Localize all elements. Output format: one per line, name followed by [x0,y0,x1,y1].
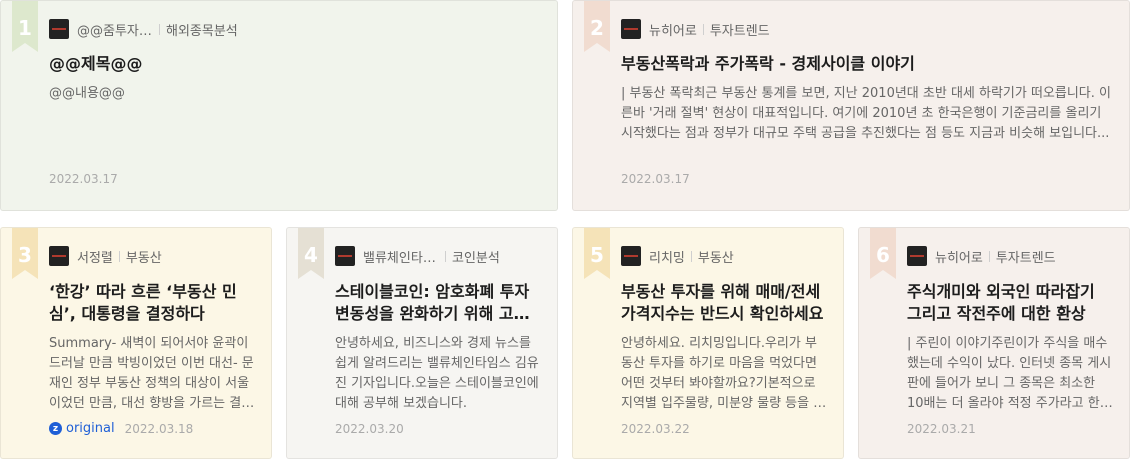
post-summary[interactable]: 안녕하세요. 리치밍입니다.우리가 부동산 투자를 하기로 마음을 먹었다면 어… [621,334,827,414]
author-name[interactable]: 뉴히어로 [935,247,983,266]
rank-number: 1 [18,16,32,40]
avatar[interactable] [621,19,641,39]
divider [988,250,990,262]
avatar[interactable] [907,246,927,266]
post-date: 2022.03.17 [49,172,118,186]
post-meta: 리치밍 부동산 [621,246,734,266]
post-date: 2022.03.22 [621,422,690,436]
post-title[interactable]: 스테이블코인: 암호화폐 투자변동성을 완화하기 위해 고안된 코인 [335,281,541,325]
category-label[interactable]: 투자트렌드 [710,20,770,39]
post-meta: 서정렬 부동산 [49,246,162,266]
rank-number: 3 [18,243,32,267]
author-name[interactable]: 뉴히어로 [649,20,697,39]
post-meta: 뉴히어로 투자트렌드 [621,19,770,39]
author-name[interactable]: 밸류체인타임스 [363,247,439,266]
author-name[interactable]: @@줌투자@@ [77,20,153,39]
category-label[interactable]: 부동산 [126,247,162,266]
author-name[interactable]: 서정렬 [77,247,113,266]
original-label[interactable]: original [66,421,115,436]
post-date: 2022.03.17 [621,172,690,186]
post-meta: @@줌투자@@ 해외종목분석 [49,19,238,39]
category-label[interactable]: 부동산 [698,247,734,266]
post-card[interactable]: 3 서정렬 부동산 ‘한강’ 따라 흐른 ‘부동산 민심’, 대통령을 결정하다… [0,227,272,459]
post-summary[interactable]: 안녕하세요, 비즈니스와 경제 뉴스를 쉽게 알려드리는 밸류체인타임스 김유진… [335,334,541,414]
post-date: 2022.03.18 [124,421,194,436]
post-source: z original 2022.03.18 [49,421,193,436]
rank-number: 4 [304,243,318,267]
post-summary[interactable]: | 부동산 폭락최근 부동산 통계를 보면, 지난 2010년대 초반 대세 하… [621,84,1113,144]
divider [118,250,120,262]
divider [702,23,704,35]
post-title[interactable]: 주식개미와 외국인 따라잡기 그리고 작전주에 대한 환상 [907,281,1113,325]
post-card[interactable]: 2 뉴히어로 투자트렌드 부동산폭락과 주가폭락 - 경제사이클 이야기 | 부… [572,0,1130,211]
post-card[interactable]: 6 뉴히어로 투자트렌드 주식개미와 외국인 따라잡기 그리고 작전주에 대한 … [858,227,1130,459]
post-summary[interactable]: | 주린이 이야기주린이가 주식을 매수했는데 수익이 났다. 인터넷 종목 게… [907,334,1113,414]
divider [159,23,160,35]
original-badge-icon: z [49,422,62,435]
avatar[interactable] [49,246,69,266]
post-date: 2022.03.20 [335,422,404,436]
rank-ribbon: 3 [12,228,38,279]
rank-ribbon: 1 [12,1,38,52]
avatar[interactable] [335,246,355,266]
rank-number: 5 [590,243,604,267]
author-name[interactable]: 리치밍 [649,247,685,266]
post-card[interactable]: 4 밸류체인타임스 코인분석 스테이블코인: 암호화폐 투자변동성을 완화하기 … [286,227,558,459]
post-title[interactable]: @@제목@@ [49,53,539,75]
avatar[interactable] [49,19,69,39]
category-label[interactable]: 투자트렌드 [996,247,1056,266]
rank-ribbon: 5 [584,228,610,279]
post-summary[interactable]: Summary- 새벽이 되어서야 윤곽이 드러날 만큼 박빙이었던 이번 대선… [49,334,255,414]
post-meta: 뉴히어로 투자트렌드 [907,246,1056,266]
post-meta: 밸류체인타임스 코인분석 [335,246,500,266]
post-card[interactable]: 5 리치밍 부동산 부동산 투자를 위해 매매/전세 가격지수는 반드시 확인하… [572,227,844,459]
avatar[interactable] [621,246,641,266]
post-title[interactable]: 부동산폭락과 주가폭락 - 경제사이클 이야기 [621,53,1113,75]
post-card[interactable]: 1 @@줌투자@@ 해외종목분석 @@제목@@ @@내용@@ 2022.03.1… [0,0,558,211]
rank-number: 6 [876,243,890,267]
post-title[interactable]: 부동산 투자를 위해 매매/전세 가격지수는 반드시 확인하세요 [621,281,827,325]
divider [690,250,692,262]
rank-ribbon: 4 [298,228,324,279]
post-title[interactable]: ‘한강’ 따라 흐른 ‘부동산 민심’, 대통령을 결정하다 [49,281,255,325]
rank-ribbon: 2 [584,1,610,52]
divider [445,250,446,262]
category-label[interactable]: 코인분석 [452,247,500,266]
rank-number: 2 [590,16,604,40]
rank-ribbon: 6 [870,228,896,279]
post-summary[interactable]: @@내용@@ [49,84,539,104]
post-date: 2022.03.21 [907,422,976,436]
category-label[interactable]: 해외종목분석 [166,20,238,39]
